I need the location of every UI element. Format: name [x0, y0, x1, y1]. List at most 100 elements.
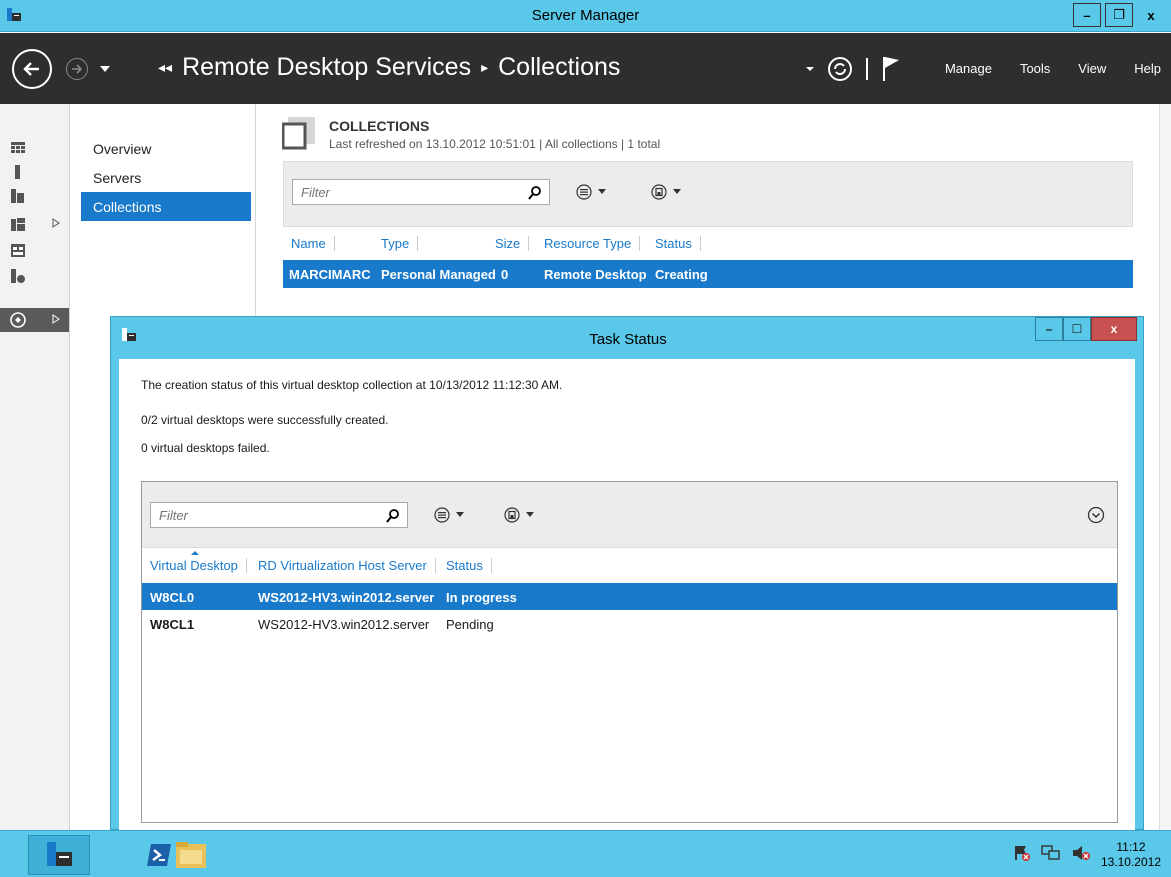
virtual-desktops-filter-bar	[142, 482, 1117, 548]
dialog-body: The creation status of this virtual desk…	[119, 359, 1135, 831]
chevron-down-icon	[673, 189, 681, 194]
close-button[interactable]: x	[1137, 3, 1165, 27]
dialog-maximize-button[interactable]: ☐	[1063, 317, 1091, 341]
column-header-rd-virtualization-host-server[interactable]: RD Virtualization Host Server	[258, 558, 436, 573]
volume-muted-icon[interactable]	[1071, 844, 1091, 865]
minimize-button[interactable]: –	[1073, 3, 1101, 27]
header-divider	[865, 57, 869, 80]
action-center-flag-icon[interactable]	[1013, 844, 1031, 865]
expand-circle-icon[interactable]	[1087, 506, 1105, 524]
taskbar-server-manager[interactable]	[28, 835, 90, 875]
local-server-icon	[15, 165, 20, 179]
column-header-name[interactable]: Name	[291, 236, 335, 251]
collections-save-query-button[interactable]	[651, 184, 682, 200]
collections-filter-box	[292, 179, 550, 205]
cell-host-server: WS2012-HV3.win2012.server	[258, 590, 435, 605]
collections-query-options-button[interactable]	[576, 184, 607, 200]
arrow-left-icon	[23, 62, 39, 76]
maximize-button[interactable]: ❐	[1105, 3, 1133, 27]
breadcrumb-back-icon[interactable]: ◂◂	[158, 59, 172, 76]
breadcrumb-remote-desktop-services[interactable]: Remote Desktop Services	[182, 53, 471, 82]
creation-status-message: The creation status of this virtual desk…	[141, 378, 563, 392]
rail-item-hyper-v[interactable]	[0, 238, 69, 262]
menu-help[interactable]: Help	[1134, 61, 1161, 76]
rail-item-local-server[interactable]	[0, 160, 69, 184]
main-window-titlebar: Server Manager – ❐ x	[0, 0, 1171, 32]
taskbar: 11:12 13.10.2012	[0, 830, 1171, 877]
tile-collapse-icon[interactable]	[282, 116, 316, 150]
dashboard-icon	[11, 142, 25, 153]
rail-item-dashboard[interactable]	[0, 136, 69, 160]
all-servers-icon	[11, 189, 24, 203]
refresh-dropdown-icon[interactable]	[805, 65, 815, 73]
cell-virtual-desktop: W8CL1	[150, 617, 195, 632]
search-icon[interactable]	[385, 508, 401, 524]
column-header-status[interactable]: Status	[446, 558, 492, 573]
collections-refresh-status: Last refreshed on 13.10.2012 10:51:01 | …	[329, 137, 661, 151]
collections-filter-bar	[283, 161, 1133, 227]
column-header-virtual-desktop[interactable]: Virtual Desktop	[150, 558, 247, 573]
subnav-item-overview[interactable]: Overview	[81, 134, 251, 163]
back-button[interactable]	[12, 49, 52, 89]
forward-button[interactable]	[66, 58, 88, 80]
notifications-flag-icon[interactable]	[881, 56, 903, 82]
rail-item-iis[interactable]	[0, 264, 69, 288]
dialog-titlebar: Task Status – ☐ x	[111, 317, 1145, 359]
failed-count-message: 0 virtual desktops failed.	[141, 441, 270, 455]
column-header-size[interactable]: Size	[495, 236, 530, 251]
network-icon[interactable]	[1041, 844, 1061, 865]
header-bar: ◂◂ Remote Desktop Services ▸ Collections…	[0, 33, 1171, 104]
table-row[interactable]: W8CL0 WS2012-HV3.win2012.server In progr…	[142, 583, 1117, 610]
breadcrumb-collections[interactable]: Collections	[498, 53, 620, 82]
rail-item-all-servers[interactable]	[0, 184, 69, 208]
save-query-icon	[651, 184, 667, 200]
column-header-resource-type[interactable]: Resource Type	[544, 236, 641, 251]
rail-item-file-storage[interactable]	[0, 212, 69, 236]
system-tray: 11:12 13.10.2012	[1013, 831, 1161, 877]
cell-host-server: WS2012-HV3.win2012.server	[258, 617, 430, 632]
column-header-status[interactable]: Status	[655, 236, 701, 251]
chevron-down-icon	[456, 512, 464, 517]
table-row[interactable]: MARCIMARC Personal Managed 0 Remote Desk…	[283, 260, 1133, 288]
virtual-desktops-filter-input[interactable]	[151, 503, 407, 527]
dialog-close-button[interactable]: x	[1091, 317, 1137, 341]
left-icon-rail	[0, 104, 70, 830]
collections-filter-input[interactable]	[293, 180, 549, 204]
cell-resource-type: Remote Desktop	[544, 267, 647, 282]
server-manager-icon	[47, 842, 72, 866]
rail-item-remote-desktop-services[interactable]	[0, 308, 69, 332]
menu-tools[interactable]: Tools	[1020, 61, 1050, 76]
virtual-desktops-panel: Virtual Desktop RD Virtualization Host S…	[141, 481, 1118, 823]
cell-name: MARCIMARC	[289, 267, 371, 282]
cell-size: 0	[501, 267, 509, 282]
search-icon[interactable]	[527, 185, 543, 201]
column-header-type[interactable]: Type	[381, 236, 419, 251]
cell-status: Pending	[446, 617, 494, 632]
virtual-desktops-query-options-button[interactable]	[434, 507, 465, 523]
created-count-message: 0/2 virtual desktops were successfully c…	[141, 413, 389, 427]
file-explorer-icon	[176, 842, 206, 868]
chevron-down-icon	[526, 512, 534, 517]
chevron-down-icon	[598, 189, 606, 194]
subnav-item-collections[interactable]: Collections	[81, 192, 251, 221]
history-dropdown-icon[interactable]	[98, 63, 112, 75]
remote-desktop-services-icon	[10, 312, 26, 328]
expand-arrow-icon	[52, 218, 60, 228]
subnav-item-servers[interactable]: Servers	[81, 163, 251, 192]
refresh-icon[interactable]	[827, 56, 853, 82]
virtual-desktops-save-query-button[interactable]	[504, 507, 535, 523]
taskbar-file-explorer[interactable]	[160, 835, 222, 875]
menu-view[interactable]: View	[1078, 61, 1106, 76]
arrow-right-icon	[72, 64, 83, 74]
dialog-minimize-button[interactable]: –	[1035, 317, 1063, 341]
cell-status: Creating	[655, 267, 708, 282]
breadcrumb-separator-icon: ▸	[481, 59, 489, 75]
taskbar-clock[interactable]: 11:12 13.10.2012	[1101, 840, 1161, 870]
dialog-title: Task Status	[589, 331, 667, 348]
window-title: Server Manager	[531, 7, 640, 24]
vertical-scrollbar[interactable]	[1159, 104, 1171, 830]
table-row[interactable]: W8CL1 WS2012-HV3.win2012.server Pending	[142, 610, 1117, 637]
breadcrumb: ◂◂ Remote Desktop Services ▸ Collections	[158, 53, 620, 82]
menu-manage[interactable]: Manage	[945, 61, 992, 76]
iis-icon	[11, 269, 25, 283]
